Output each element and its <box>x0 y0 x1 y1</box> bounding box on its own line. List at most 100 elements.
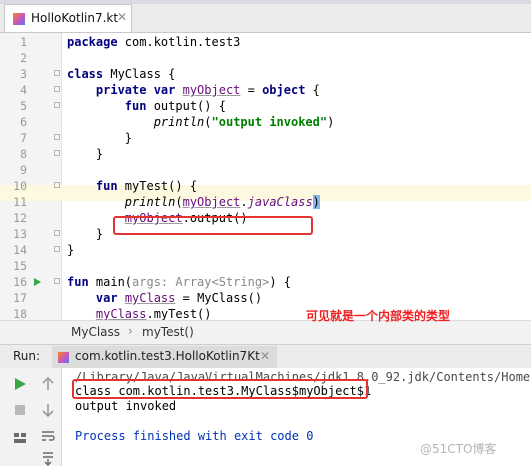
code-token: .myTest() <box>146 307 212 320</box>
code-line[interactable]: 1 package com.kotlin.test3 <box>0 34 531 50</box>
rerun-icon[interactable] <box>12 376 28 392</box>
close-icon[interactable]: ✕ <box>260 349 270 363</box>
run-config-label: com.kotlin.test3.HolloKotlin7Kt <box>75 349 260 363</box>
line-number: 9 <box>20 163 27 177</box>
code-text: package com.kotlin.test3 <box>67 34 240 50</box>
run-label: Run: <box>13 349 41 363</box>
fold-marker-icon[interactable] <box>54 86 60 92</box>
line-number: 4 <box>20 83 27 97</box>
code-token: "output invoked" <box>211 115 328 129</box>
line-number: 3 <box>20 67 27 81</box>
code-line[interactable]: 4 private var myObject = object { <box>0 82 531 98</box>
code-line[interactable]: 9 <box>0 162 531 178</box>
code-token: println <box>153 115 205 129</box>
code-token: fun <box>67 99 154 113</box>
line-number: 16 <box>13 275 27 289</box>
kotlin-run-config-icon <box>58 352 69 363</box>
code-line[interactable]: 2 <box>0 50 531 66</box>
code-line[interactable]: 15 <box>0 258 531 274</box>
breadcrumb-item-method[interactable]: myTest() <box>142 325 194 339</box>
code-text: myClass.myTest() <box>67 306 212 320</box>
close-icon[interactable]: ✕ <box>117 10 127 24</box>
fold-marker-icon[interactable] <box>54 230 60 236</box>
code-line[interactable]: 14} <box>0 242 531 258</box>
code-token: ( <box>175 195 183 209</box>
fold-marker-icon[interactable] <box>54 134 60 140</box>
fold-marker-icon[interactable] <box>54 150 60 156</box>
line-number: 12 <box>13 211 27 225</box>
run-toolbar <box>0 368 62 466</box>
code-token: myTest() { <box>124 179 198 193</box>
console-line-output: output invoked <box>75 399 177 413</box>
arrow-down-icon[interactable] <box>40 402 56 418</box>
code-line[interactable]: 17 var myClass = MyClass() <box>0 290 531 306</box>
line-number: 6 <box>20 115 27 129</box>
code-token: } <box>67 243 75 257</box>
code-text: var myClass = MyClass() <box>67 290 262 306</box>
code-text: private var myObject = object { <box>67 82 320 98</box>
code-text: class MyClass { <box>67 66 175 82</box>
line-number: 15 <box>13 259 27 273</box>
code-line[interactable]: 10 fun myTest() { <box>0 178 531 194</box>
code-line[interactable]: 3 class MyClass { <box>0 66 531 82</box>
code-line[interactable]: 5 fun output() { <box>0 98 531 114</box>
highlight-box-class-output <box>72 379 368 399</box>
code-token: myClass <box>95 307 147 320</box>
fold-marker-icon[interactable] <box>54 182 60 188</box>
code-line[interactable]: 7 } <box>0 130 531 146</box>
code-token: = <box>240 83 263 97</box>
code-line[interactable]: 6 println("output invoked") <box>0 114 531 130</box>
code-line[interactable]: 8 } <box>0 146 531 162</box>
code-editor[interactable]: 1 package com.kotlin.test3 2 3 class MyClass… <box>0 33 531 320</box>
fold-marker-icon[interactable] <box>54 278 60 284</box>
code-token: println <box>124 195 176 209</box>
tab-label: HolloKotlin7.kt <box>31 11 119 25</box>
stop-icon[interactable] <box>12 402 28 418</box>
console-line-exit: Process finished with exit code 0 <box>75 429 314 443</box>
code-text: fun main(args: Array<String>) { <box>67 274 291 290</box>
code-text: println("output invoked") <box>67 114 335 130</box>
line-number: 13 <box>13 227 27 241</box>
code-token: ) <box>327 115 335 129</box>
arrow-up-icon[interactable] <box>40 376 56 392</box>
code-text: fun myTest() { <box>67 178 197 194</box>
code-line[interactable]: 11 println(myObject.javaClass) <box>0 194 531 210</box>
tab-hollokotlin7[interactable]: HolloKotlin7.kt ✕ <box>4 4 132 32</box>
code-line[interactable]: 16 fun main(args: Array<String>) { <box>0 274 531 290</box>
line-number: 11 <box>13 195 27 209</box>
annotation-note: 可见就是一个内部类的类型 <box>306 309 451 323</box>
code-token: class <box>67 67 111 81</box>
code-text: } <box>67 130 132 146</box>
code-token: output() { <box>153 99 226 113</box>
code-token: myClass <box>124 291 176 305</box>
code-token: main( <box>95 275 133 289</box>
line-number: 10 <box>13 179 27 193</box>
code-token: } <box>67 131 133 145</box>
editor-tab-bar: HolloKotlin7.kt ✕ <box>0 0 531 33</box>
soft-wrap-icon[interactable] <box>40 428 56 444</box>
breadcrumb-item-class[interactable]: MyClass <box>71 325 120 339</box>
layout-icon[interactable] <box>12 430 28 446</box>
code-token: myObject <box>182 195 241 209</box>
run-gutter-icon[interactable] <box>34 278 41 286</box>
line-number: 1 <box>20 35 27 49</box>
code-token: javaClass <box>247 195 313 209</box>
line-number: 14 <box>13 243 27 257</box>
line-number: 8 <box>20 147 27 161</box>
fold-marker-icon[interactable] <box>54 102 60 108</box>
code-token: private var <box>67 83 183 97</box>
line-number: 7 <box>20 131 27 145</box>
code-text: fun output() { <box>67 98 226 114</box>
code-text: } <box>67 242 74 258</box>
watermark: @51CTO博客 <box>420 442 497 456</box>
scroll-to-end-icon[interactable] <box>40 450 56 466</box>
code-token: object <box>262 83 306 97</box>
code-token: } <box>67 227 104 241</box>
fold-marker-icon[interactable] <box>54 246 60 252</box>
fold-marker-icon[interactable] <box>54 70 60 76</box>
code-token: MyClass { <box>110 67 176 81</box>
code-token: } <box>67 147 104 161</box>
